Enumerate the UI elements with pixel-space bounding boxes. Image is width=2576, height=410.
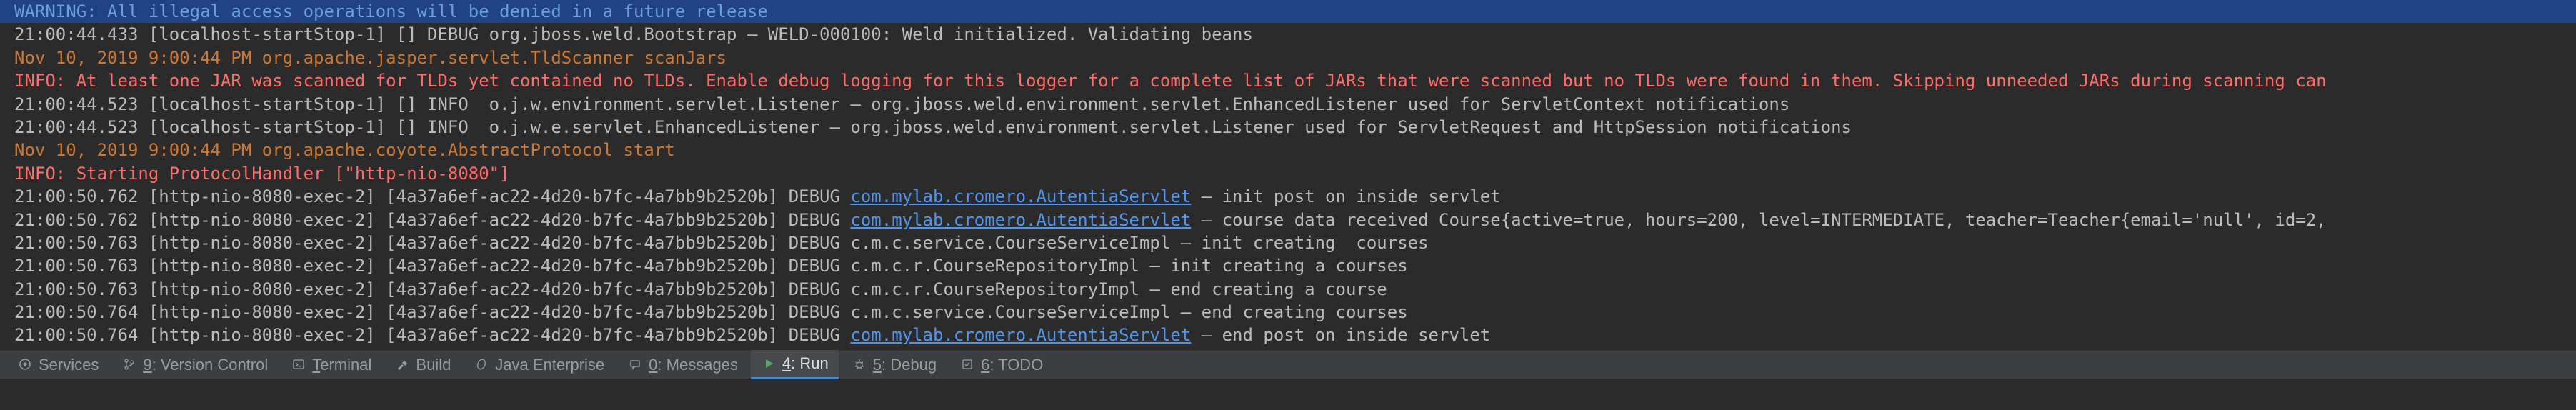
tab-label: Build	[416, 354, 451, 376]
log-text: 21:00:50.762 [http-nio-8080-exec-2] [4a3…	[14, 210, 850, 230]
log-line[interactable]: 21:00:44.523 [localhost-startStop-1] [] …	[0, 93, 2576, 116]
source-link[interactable]: com.mylab.cromero.AutentiaServlet	[850, 325, 1191, 345]
log-text: – course data received Course{active=tru…	[1191, 210, 2326, 230]
tab-todo[interactable]: 6: TODO	[949, 351, 1053, 379]
tab-terminal[interactable]: Terminal	[281, 351, 381, 379]
run-icon	[761, 356, 777, 371]
bean-icon	[474, 356, 489, 372]
log-line[interactable]: INFO: Starting ProtocolHandler ["http-ni…	[0, 162, 2576, 185]
log-line[interactable]: Nov 10, 2019 9:00:44 PM org.apache.coyot…	[0, 139, 2576, 161]
log-line[interactable]: 21:00:50.762 [http-nio-8080-exec-2] [4a3…	[0, 185, 2576, 208]
tab-label: 4: Run	[782, 353, 829, 374]
log-text: 21:00:50.764 [http-nio-8080-exec-2] [4a3…	[14, 325, 850, 345]
console-output[interactable]: WARNING: All illegal access operations w…	[0, 0, 2576, 350]
log-text: – init post on inside servlet	[1191, 186, 1500, 206]
tab-javaee[interactable]: Java Enterprise	[464, 351, 614, 379]
log-line[interactable]: INFO: At least one JAR was scanned for T…	[0, 69, 2576, 92]
log-line[interactable]: 21:00:50.763 [http-nio-8080-exec-2] [4a3…	[0, 231, 2576, 254]
log-text: 21:00:44.433 [localhost-startStop-1] [] …	[14, 24, 1253, 44]
tab-label: Java Enterprise	[495, 354, 604, 376]
log-text: – end post on inside servlet	[1191, 325, 1490, 345]
tab-label: 5: Debug	[873, 354, 937, 376]
tab-services[interactable]: Services	[7, 351, 109, 379]
tab-debug[interactable]: 5: Debug	[842, 351, 947, 379]
source-link[interactable]: com.mylab.cromero.AutentiaServlet	[850, 210, 1191, 230]
tool-window-bar: Services 9: Version Control Terminal Build J…	[0, 350, 2576, 379]
tab-label: Terminal	[312, 354, 371, 376]
terminal-icon	[291, 356, 306, 372]
log-line[interactable]: 21:00:50.763 [http-nio-8080-exec-2] [4a3…	[0, 278, 2576, 301]
services-icon	[17, 356, 33, 372]
tab-label: 6: TODO	[981, 354, 1043, 376]
tab-run[interactable]: 4: Run	[751, 350, 839, 379]
log-text: 21:00:50.762 [http-nio-8080-exec-2] [4a3…	[14, 186, 850, 206]
log-line[interactable]: 21:00:50.763 [http-nio-8080-exec-2] [4a3…	[0, 254, 2576, 277]
log-line[interactable]: 21:00:44.523 [localhost-startStop-1] [] …	[0, 116, 2576, 139]
tab-messages[interactable]: 0: Messages	[617, 351, 748, 379]
tab-label: 9: Version Control	[143, 354, 268, 376]
tab-build[interactable]: Build	[384, 351, 461, 379]
messages-icon	[627, 356, 643, 372]
tab-label: Services	[39, 354, 99, 376]
tab-vcs[interactable]: 9: Version Control	[111, 351, 278, 379]
branch-icon	[121, 356, 137, 372]
tab-label: 0: Messages	[649, 354, 738, 376]
debug-icon	[852, 356, 867, 372]
log-line[interactable]: 21:00:50.764 [http-nio-8080-exec-2] [4a3…	[0, 301, 2576, 324]
log-line[interactable]: 21:00:50.764 [http-nio-8080-exec-2] [4a3…	[0, 324, 2576, 346]
log-line[interactable]: 21:00:44.433 [localhost-startStop-1] [] …	[0, 23, 2576, 46]
log-line[interactable]: 21:00:50.762 [http-nio-8080-exec-2] [4a3…	[0, 209, 2576, 231]
hammer-icon	[394, 356, 410, 372]
log-line[interactable]: Nov 10, 2019 9:00:44 PM org.apache.jaspe…	[0, 46, 2576, 69]
log-line[interactable]: WARNING: All illegal access operations w…	[0, 0, 2576, 23]
todo-icon	[959, 356, 975, 372]
source-link[interactable]: com.mylab.cromero.AutentiaServlet	[850, 186, 1191, 206]
